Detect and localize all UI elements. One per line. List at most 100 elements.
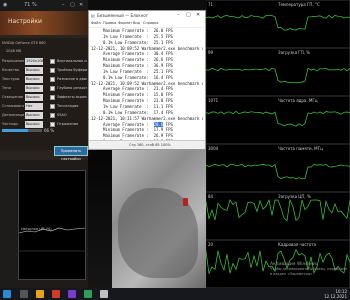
setting-row[interactable]: Разрешение 1920x1080 Вертикальная синхро… xyxy=(2,58,87,66)
graph-line xyxy=(206,14,350,31)
selected-text: 20.6 xyxy=(153,121,164,127)
graph-title: Загрузка ЦП, % xyxy=(278,194,311,199)
cpu-load-graph: Нагрузка ЦП (%) xyxy=(18,170,86,280)
hardware-monitor: Температура ГП, °С 71 Загрузка ГП, % 99 Част… xyxy=(206,0,350,288)
menu-view[interactable]: Вид xyxy=(133,21,140,25)
setting-checkbox[interactable] xyxy=(50,95,55,100)
setting-checkbox[interactable] xyxy=(50,86,55,91)
setting-select[interactable]: Высоко xyxy=(25,76,43,83)
setting-checkbox[interactable] xyxy=(50,113,55,118)
graph-frame xyxy=(206,96,350,144)
gpu-name-row: NVIDIA GeForce GTX 660 xyxy=(2,40,86,48)
graph-line xyxy=(206,198,350,222)
setting-select[interactable]: Высоко xyxy=(25,85,43,92)
status-text: Стр 160, стлб 65 100% xyxy=(129,143,171,147)
maximize-icon[interactable]: ▢ xyxy=(186,12,191,18)
cpu-load-label: Нагрузка ЦП (%) xyxy=(21,227,52,231)
notepad-task-icon[interactable] xyxy=(100,290,108,298)
clock-date: 12.12.2021 xyxy=(324,294,347,299)
setting-select[interactable]: Высоко xyxy=(25,112,43,119)
graph-line xyxy=(206,67,350,84)
setting-label: Текстуры xyxy=(2,77,20,81)
graph-line xyxy=(206,110,350,127)
setting-select[interactable]: Высоко xyxy=(25,94,43,101)
game-scene xyxy=(88,150,206,288)
setting-checkbox[interactable] xyxy=(50,77,55,82)
graph-value: 1071 xyxy=(208,98,219,103)
app-icon[interactable] xyxy=(68,290,76,298)
setting-checkbox[interactable] xyxy=(50,59,55,64)
graph-title: Частота памяти, МГц xyxy=(278,146,323,151)
app-icon[interactable] xyxy=(84,290,92,298)
menu-file[interactable]: Файл xyxy=(91,21,101,25)
minimize-icon[interactable]: – xyxy=(62,2,65,8)
close-icon[interactable]: ✕ xyxy=(196,12,200,18)
graph-value: 3004 xyxy=(208,146,219,151)
maximize-icon[interactable]: ▢ xyxy=(70,2,75,8)
setting-select[interactable]: 1920x1080 xyxy=(25,58,46,65)
menu-edit[interactable]: Правка xyxy=(103,21,116,25)
graph-frame xyxy=(206,144,350,192)
graph-title: Частота ядра, МГц xyxy=(278,98,318,103)
graph-title: Температура ГП, °С xyxy=(277,2,320,7)
progress-bar-fill xyxy=(2,129,28,132)
graph-value: 84 xyxy=(208,194,214,199)
checkbox-label: Тройная буферизация xyxy=(57,68,87,72)
gpu-name: NVIDIA GeForce GTX 660 xyxy=(2,41,46,45)
setting-label: Сглаживание xyxy=(2,104,24,108)
apply-settings-button[interactable]: Применить настройки xyxy=(54,146,88,161)
setting-row[interactable]: Текстуры Высоко Размытие в движении xyxy=(2,76,87,84)
scene-shadow xyxy=(88,150,112,288)
top-value: 71 % xyxy=(24,2,37,8)
progress-bar-track xyxy=(2,129,42,132)
graph-value: 20 xyxy=(208,242,214,247)
setting-row[interactable]: Качество Высоко Тройная буферизация xyxy=(2,67,87,75)
setting-row[interactable]: Освещение Высоко Эффекты экрана xyxy=(2,94,87,102)
graphics-settings-window: ◉ 71 % – ▢ ✕ Настройки NVIDIA GeForce GT… xyxy=(0,0,88,300)
scene-character xyxy=(183,198,188,206)
explorer-icon[interactable] xyxy=(36,290,44,298)
setting-row[interactable]: Сглаживание Нет Тесселяция xyxy=(2,103,86,111)
progress-row: 66 % xyxy=(0,126,88,136)
notepad-icon: ▤ xyxy=(91,13,95,18)
setting-label: Освещение xyxy=(2,95,24,99)
minimize-icon[interactable]: – xyxy=(177,12,180,18)
setting-label: Тени xyxy=(2,86,11,90)
cpu-monitor-panel: Нагрузка ЦП (%) xyxy=(0,160,88,288)
banner-title: Настройки xyxy=(8,18,42,25)
checkbox-label: Эффекты экрана xyxy=(57,95,87,99)
setting-label: Качество xyxy=(2,68,20,72)
setting-label: Разрешение xyxy=(2,59,24,63)
checkbox-label: Тесселяция xyxy=(57,104,79,108)
watermark-text: Чтобы активировать Windows, перейдите в … xyxy=(270,267,348,276)
menu-format[interactable]: Формат xyxy=(118,21,132,25)
start-icon[interactable] xyxy=(3,290,11,298)
notepad-menu-bar: Файл Правка Формат Вид Справка xyxy=(89,20,205,28)
setting-select[interactable]: Высоко xyxy=(25,67,43,74)
graph-line xyxy=(206,163,350,180)
search-icon[interactable] xyxy=(20,290,28,298)
gauge-icon: ◉ xyxy=(3,2,8,8)
browser-icon[interactable] xyxy=(52,290,60,298)
menu-help[interactable]: Справка xyxy=(143,21,158,25)
graph-frame xyxy=(206,48,350,96)
graph-title: Загрузка ГП, % xyxy=(278,50,310,55)
setting-select[interactable]: Нет xyxy=(25,103,43,110)
settings-top-bar: ◉ 71 % – ▢ ✕ xyxy=(0,0,88,11)
checkbox-label: Глубина резкости xyxy=(57,86,87,90)
setting-checkbox[interactable] xyxy=(50,104,55,109)
notepad-text-area[interactable]: Maximum Framerate : 26.0 FPS 1% Low Fram… xyxy=(91,28,203,140)
setting-row[interactable]: Тени Высоко Глубина резкости xyxy=(2,85,87,93)
progress-label: 66 % xyxy=(44,128,55,133)
graph-value: 71 xyxy=(208,2,214,7)
settings-banner: Настройки xyxy=(0,11,88,35)
text-line: 12-12-2021, 10:11:57 Warhammer2.exe benc… xyxy=(91,115,203,121)
setting-row[interactable]: Детализация Высоко SSAO xyxy=(2,112,86,120)
activation-watermark: Активация Windows Чтобы активировать Win… xyxy=(270,262,348,277)
vram-row: 2048 МБ xyxy=(2,48,86,56)
close-icon[interactable]: ✕ xyxy=(79,2,83,8)
setting-checkbox[interactable] xyxy=(50,68,55,73)
notepad-title: Безымянный — Блокнот xyxy=(97,13,149,18)
taskbar-clock: 10:12 12.12.2021 xyxy=(324,289,347,299)
checkbox-label: Размытие в движении xyxy=(57,77,87,81)
